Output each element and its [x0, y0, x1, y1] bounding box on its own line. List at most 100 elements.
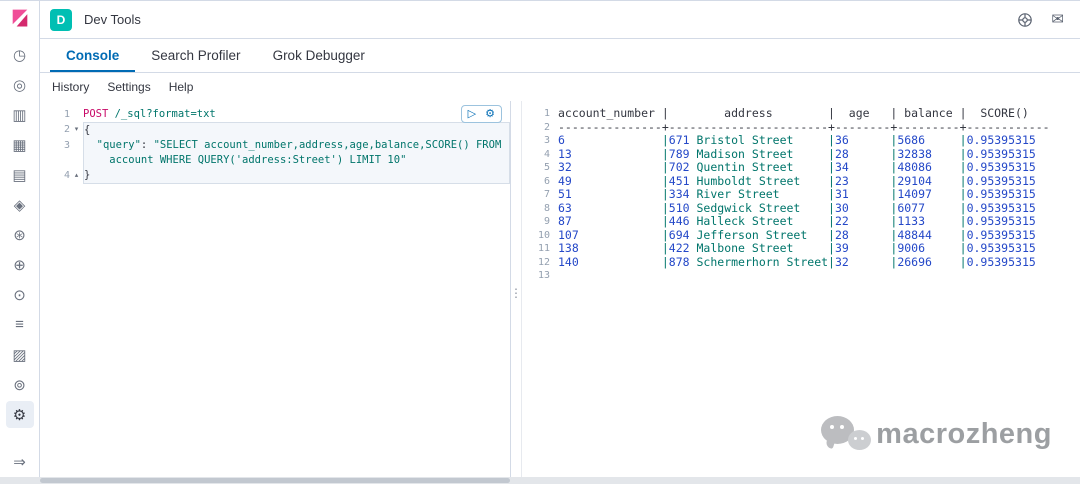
line-number: 4	[63, 170, 70, 181]
horizontal-scrollbar[interactable]	[0, 477, 1080, 484]
line-number	[40, 153, 70, 168]
wrench-icon[interactable]: ⚙	[485, 108, 495, 120]
response-line: 10 107 |694 Jefferson Street |28 |48844 |…	[522, 229, 1080, 243]
scrollbar-thumb[interactable]	[40, 478, 510, 483]
response-line: 13	[522, 269, 1080, 283]
response-line: 6 49 |451 Humboldt Street |23 |29104 |0.9…	[522, 175, 1080, 189]
response-text: account_number | address | age | balance…	[558, 107, 1050, 120]
devtools-tabbar: Console Search Profiler Grok Debugger	[40, 39, 1080, 73]
send-request-icon[interactable]: ▷	[468, 108, 476, 120]
response-line: 2 ---------------+-----------------------…	[522, 121, 1080, 135]
space-badge[interactable]: D	[50, 8, 72, 31]
fold-gutter	[70, 153, 83, 168]
fold-gutter	[70, 107, 83, 122]
response-line: 9 87 |446 Halleck Street |22 |1133 |0.953…	[522, 215, 1080, 229]
sidebar-item-uptime-icon[interactable]: ⊙	[6, 281, 34, 308]
code-text: account WHERE QUERY('address:Street') LI…	[83, 153, 510, 168]
line-number: 7	[543, 189, 550, 200]
line-number: 11	[537, 243, 550, 254]
request-editor-lines: 1 POST /_sql?format=txt 2 ▾{3 "query": "SEL…	[40, 107, 510, 184]
sidebar-item-canvas-icon[interactable]: ▤	[6, 161, 34, 188]
response-text: 6 |671 Bristol Street |36 |5686 |0.95395…	[558, 134, 1036, 147]
line-number: 2	[63, 124, 70, 135]
kibana-logo[interactable]	[11, 9, 29, 27]
editor-line[interactable]: 1 POST /_sql?format=txt	[40, 107, 510, 122]
breadcrumb: Dev Tools	[84, 12, 141, 27]
response-viewer[interactable]: 1 account_number | address | age | balanc…	[522, 101, 1080, 484]
sidebar-item-maps-icon[interactable]: ◈	[6, 191, 34, 218]
drag-handle-icon: ⋮	[510, 285, 522, 300]
sidebar-item-monitoring-icon[interactable]: ⊚	[6, 371, 34, 398]
response-text: 138 |422 Malbone Street |39 |9006 |0.953…	[558, 242, 1036, 255]
response-text: 63 |510 Sedgwick Street |30 |6077 |0.953…	[558, 201, 1036, 215]
response-text: 87 |446 Halleck Street |22 |1133 |0.9539…	[558, 215, 1036, 228]
line-number: 2	[543, 121, 550, 133]
response-text: 32 |702 Quentin Street |34 |48086 |0.953…	[558, 161, 1036, 174]
sidebar-item-discover-icon[interactable]: ◎	[6, 71, 34, 98]
response-lines: 1 account_number | address | age | balanc…	[522, 107, 1080, 283]
sidebar-item-dashboard-icon[interactable]: ▦	[6, 131, 34, 158]
kibana-app: ◷ ◎ ▥ ▦ ▤ ◈ ⊛ ⊕ ⊙ ≡ ▨ ⊚ ⚙ ⇒ D Dev Tools ✉ Console Sea…	[0, 0, 1080, 484]
line-number: 9	[543, 216, 550, 227]
console-menu-history[interactable]: History	[52, 80, 89, 94]
response-text: 51 |334 River Street |31 |14097 |0.95395…	[558, 188, 1036, 201]
line-number: 10	[537, 229, 550, 241]
fold-close-icon[interactable]: ▴	[70, 168, 83, 184]
line-number: 1	[543, 108, 550, 119]
topbar: D Dev Tools ✉	[40, 1, 1080, 39]
response-line: 12 140 |878 Schermerhorn Street|32 |26696…	[522, 256, 1080, 270]
response-line: 3 6 |671 Bristol Street |36 |5686 |0.9539…	[522, 134, 1080, 148]
line-number: 5	[543, 162, 550, 173]
code-text: "query": "SELECT account_number,address,…	[83, 138, 510, 153]
response-line: 5 32 |702 Quentin Street |34 |48086 |0.95…	[522, 161, 1080, 175]
kibana-logo-icon	[12, 9, 27, 27]
request-actions: ▷ ⚙	[460, 105, 502, 123]
response-line: 11 138 |422 Malbone Street |39 |9006 |0.9…	[522, 242, 1080, 256]
sidebar-item-dev-tools-icon[interactable]: ⚙	[5, 401, 34, 428]
editor-line[interactable]: account WHERE QUERY('address:Street') LI…	[40, 153, 510, 168]
editor-line[interactable]: 4 ▴}	[40, 168, 510, 184]
collapse-nav-icon[interactable]: ⇒	[6, 448, 34, 475]
line-number: 13	[537, 270, 550, 281]
editor-line[interactable]: 2 ▾{	[40, 122, 510, 138]
request-editor[interactable]: 1 POST /_sql?format=txt 2 ▾{3 "query": "SEL…	[40, 101, 510, 484]
topbar-actions: ✉	[1017, 12, 1064, 28]
sidebar-item-logs-icon[interactable]: ≡	[6, 311, 34, 338]
tab-console[interactable]: Console	[50, 39, 135, 72]
response-line: 1 account_number | address | age | balanc…	[522, 107, 1080, 121]
code-text: POST /_sql?format=txt	[83, 108, 216, 120]
response-text: 140 |878 Schermerhorn Street|32 |26696 |…	[558, 255, 1036, 269]
code-text: {	[83, 122, 510, 138]
line-number: 12	[537, 256, 550, 268]
console-menu-help[interactable]: Help	[169, 80, 194, 94]
sidebar-icon-list: ◷ ◎ ▥ ▦ ▤ ◈ ⊛ ⊕ ⊙ ≡ ▨ ⊚ ⚙	[5, 41, 34, 431]
sidebar-item-visualize-icon[interactable]: ▥	[6, 101, 34, 128]
response-text	[552, 269, 1080, 283]
global-nav-sidebar: ◷ ◎ ▥ ▦ ▤ ◈ ⊛ ⊕ ⊙ ≡ ▨ ⊚ ⚙ ⇒	[0, 1, 40, 484]
sidebar-item-apm-icon[interactable]: ⊕	[6, 251, 34, 278]
sidebar-item-machine-learning-icon[interactable]: ⊛	[6, 221, 34, 248]
line-number: 6	[543, 175, 550, 187]
sidebar-item-recent-icon[interactable]: ◷	[6, 41, 34, 68]
console-menu-settings[interactable]: Settings	[107, 80, 150, 94]
fold-open-icon[interactable]: ▾	[70, 122, 83, 138]
feedback-mail-icon[interactable]: ✉	[1051, 12, 1064, 27]
response-line: 7 51 |334 River Street |31 |14097 |0.9539…	[522, 188, 1080, 202]
line-number: 1	[63, 109, 70, 120]
line-number: 3	[543, 135, 550, 146]
pane-splitter[interactable]: ⋮	[510, 101, 522, 484]
fold-gutter	[70, 138, 83, 153]
response-text: 49 |451 Humboldt Street |23 |29104 |0.95…	[558, 174, 1036, 188]
response-line: 8 63 |510 Sedgwick Street |30 |6077 |0.95…	[522, 202, 1080, 216]
line-number: 3	[63, 140, 70, 151]
sidebar-item-metrics-icon[interactable]: ▨	[6, 341, 34, 368]
response-text: 13 |789 Madison Street |28 |32838 |0.953…	[558, 147, 1036, 161]
main-area: D Dev Tools ✉ Console Search Profiler Grok…	[40, 1, 1080, 484]
console-menu: History Settings Help	[40, 73, 1080, 101]
response-text: ---------------+-----------------------+…	[558, 120, 1050, 134]
editor-line[interactable]: 3 "query": "SELECT account_number,addres…	[40, 138, 510, 153]
deployment-icon[interactable]	[1017, 12, 1033, 28]
tab-search-profiler[interactable]: Search Profiler	[135, 39, 256, 72]
tab-grok-debugger[interactable]: Grok Debugger	[257, 39, 381, 72]
line-number: 4	[543, 148, 550, 160]
